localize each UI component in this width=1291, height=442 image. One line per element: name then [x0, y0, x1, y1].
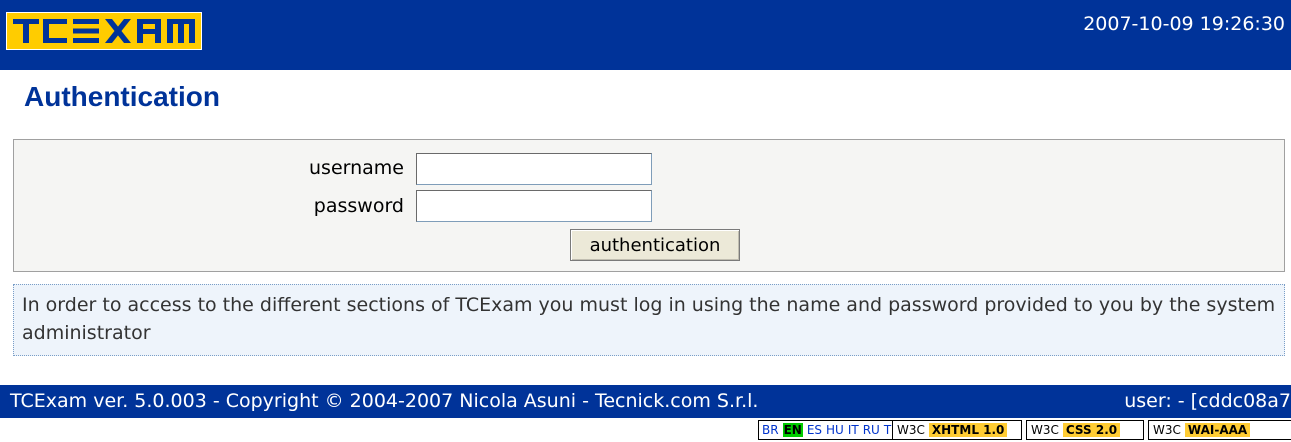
w3c-wai-badge[interactable]: W3C WAI-AAA	[1148, 420, 1291, 440]
w3c-label: W3C	[1031, 423, 1059, 437]
w3c-label: W3C	[1153, 423, 1181, 437]
login-form: username password authentication	[13, 139, 1285, 272]
footer-badges: BRENESHUITRUTRVN W3CXHTML 1.0 W3CCSS 2.0…	[0, 420, 1291, 442]
username-label: username	[309, 157, 404, 179]
login-help-message: In order to access to the different sect…	[13, 284, 1285, 356]
w3c-label: W3C	[897, 423, 925, 437]
lang-ru[interactable]: RU	[863, 423, 880, 437]
css-label: CSS 2.0	[1062, 423, 1121, 437]
user-info: user: - [cddc08a7	[1124, 390, 1291, 412]
copyright-text: TCExam ver. 5.0.003 - Copyright © 2004-2…	[10, 390, 759, 412]
lang-br[interactable]: BR	[762, 423, 779, 437]
lang-es[interactable]: ES	[807, 423, 822, 437]
lang-hu[interactable]: HU	[826, 423, 844, 437]
server-datetime: 2007-10-09 19:26:30	[1083, 13, 1285, 35]
lang-en[interactable]: EN	[782, 423, 803, 437]
w3c-css-badge[interactable]: W3C CSS 2.0	[1026, 420, 1144, 440]
tcexam-logo-lettering	[13, 19, 195, 43]
password-label: password	[313, 195, 404, 217]
wai-label: WAI-AAA	[1184, 423, 1251, 437]
xhtml-label: XHTML 1.0	[928, 423, 1008, 437]
page-title: Authentication	[24, 81, 220, 112]
username-input[interactable]	[416, 153, 652, 185]
tcexam-logo[interactable]	[6, 12, 202, 50]
password-input[interactable]	[416, 190, 652, 222]
authentication-button[interactable]: authentication	[570, 229, 740, 261]
lang-it[interactable]: IT	[848, 423, 859, 437]
footer-bar: TCExam ver. 5.0.003 - Copyright © 2004-2…	[0, 385, 1291, 418]
w3c-xhtml-badge[interactable]: W3C XHTML 1.0	[892, 420, 1022, 440]
top-header: 2007-10-09 19:26:30	[0, 0, 1291, 70]
